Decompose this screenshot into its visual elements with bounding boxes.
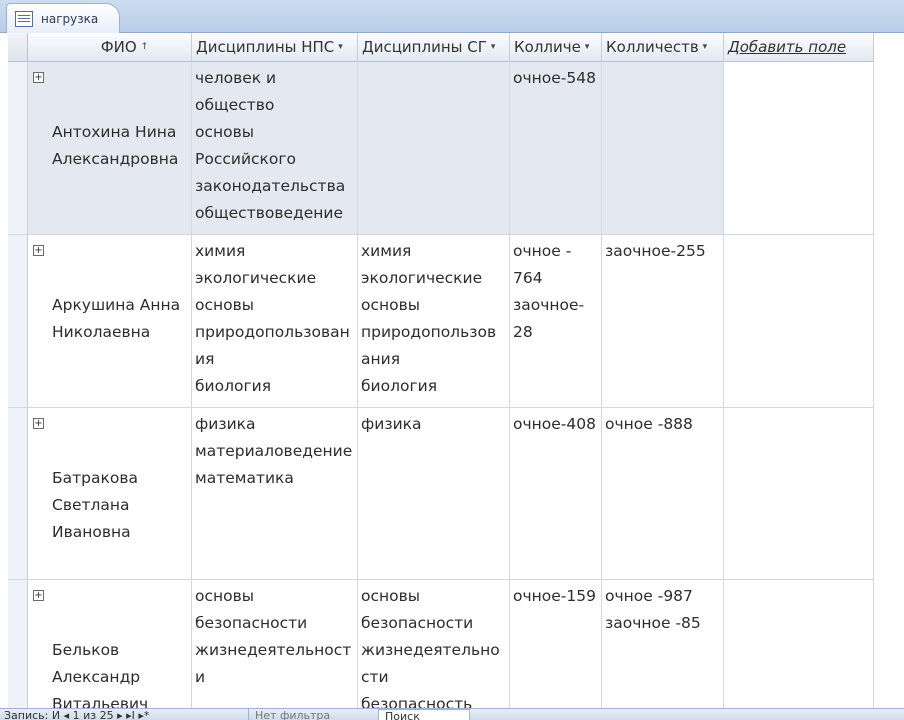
- column-header-label: Колличе: [514, 38, 581, 56]
- cell-count-1[interactable]: очное-159: [510, 580, 602, 708]
- cell-fio[interactable]: + Батракова Светлана Ивановна: [28, 408, 192, 580]
- cell-disciplines-sg[interactable]: физика: [358, 408, 510, 580]
- cell-count-1[interactable]: очное-548: [510, 62, 602, 235]
- cell-text: Антохина Нина Александровна: [52, 123, 179, 168]
- dropdown-arrow-icon[interactable]: ▾: [491, 42, 496, 52]
- column-header-fio[interactable]: ФИО ↑: [28, 33, 192, 62]
- tab-nagruzka[interactable]: нагрузка: [6, 3, 120, 33]
- cell-count-2[interactable]: [602, 62, 724, 235]
- cell-add-field[interactable]: [724, 408, 874, 580]
- row-selector[interactable]: [8, 235, 28, 408]
- column-header-label: Дисциплины НПС: [196, 38, 335, 56]
- cell-text: Бельков Александр Витальевич: [52, 641, 149, 708]
- column-header-count-1[interactable]: Колличе ▾: [510, 33, 602, 62]
- expand-plus-icon[interactable]: +: [33, 418, 44, 429]
- cell-count-1[interactable]: очное - 764 заочное- 28: [510, 235, 602, 408]
- row-selector[interactable]: [8, 62, 28, 235]
- cell-fio[interactable]: + Антохина Нина Александровна: [28, 62, 192, 235]
- table-icon: [15, 10, 33, 27]
- column-header-count-2[interactable]: Колличеств ▾: [602, 33, 724, 62]
- tab-label: нагрузка: [41, 11, 99, 26]
- expand-plus-icon[interactable]: +: [33, 590, 44, 601]
- filter-indicator[interactable]: Нет фильтра: [248, 709, 330, 720]
- cell-text: Аркушина Анна Николаевна: [52, 296, 181, 341]
- tab-bar: нагрузка: [0, 0, 904, 33]
- cell-count-2[interactable]: очное -888: [602, 408, 724, 580]
- record-navigation-bar: Запись: И ◂ 1 из 25 ▸ ▸I ▸* Нет фильтра …: [0, 708, 904, 720]
- cell-disciplines-sg[interactable]: [358, 62, 510, 235]
- cell-add-field[interactable]: [724, 62, 874, 235]
- dropdown-arrow-icon[interactable]: ▾: [703, 42, 708, 52]
- cell-count-2[interactable]: очное -987 заочное -85: [602, 580, 724, 708]
- cell-disciplines-sg[interactable]: химия экологические основы природопользо…: [358, 235, 510, 408]
- sort-ascending-icon[interactable]: ↑: [141, 42, 149, 52]
- select-all-corner[interactable]: [8, 33, 28, 62]
- cell-disciplines-nps[interactable]: основы безопасности жизнедеятельност и: [192, 580, 358, 708]
- add-field-header[interactable]: Добавить поле: [724, 33, 874, 62]
- cell-disciplines-nps[interactable]: человек и общество основы Российского за…: [192, 62, 358, 235]
- column-header-disciplines-sg[interactable]: Дисциплины СГ ▾: [358, 33, 510, 62]
- row-selector[interactable]: [8, 580, 28, 708]
- dropdown-arrow-icon[interactable]: ▾: [338, 42, 343, 52]
- record-navigator[interactable]: Запись: И ◂ 1 из 25 ▸ ▸I ▸*: [4, 709, 149, 720]
- cell-count-2[interactable]: заочное-255: [602, 235, 724, 408]
- cell-add-field[interactable]: [724, 235, 874, 408]
- cell-disciplines-sg[interactable]: основы безопасности жизнедеятельно сти б…: [358, 580, 510, 708]
- cell-disciplines-nps[interactable]: физика материаловедение математика: [192, 408, 358, 580]
- cell-fio[interactable]: + Бельков Александр Витальевич: [28, 580, 192, 708]
- cell-fio[interactable]: + Аркушина Анна Николаевна: [28, 235, 192, 408]
- dropdown-arrow-icon[interactable]: ▾: [585, 42, 590, 52]
- expand-plus-icon[interactable]: +: [33, 245, 44, 256]
- column-header-label: ФИО: [100, 38, 137, 56]
- row-selector[interactable]: [8, 408, 28, 580]
- cell-add-field[interactable]: [724, 580, 874, 708]
- cell-text: Батракова Светлана Ивановна: [52, 469, 138, 541]
- column-header-label: Добавить поле: [728, 38, 847, 56]
- column-header-disciplines-nps[interactable]: Дисциплины НПС ▾: [192, 33, 358, 62]
- column-header-label: Дисциплины СГ: [362, 38, 487, 56]
- expand-plus-icon[interactable]: +: [33, 72, 44, 83]
- column-header-label: Колличеств: [606, 38, 699, 56]
- cell-disciplines-nps[interactable]: химия экологические основы природопользо…: [192, 235, 358, 408]
- cell-count-1[interactable]: очное-408: [510, 408, 602, 580]
- search-input[interactable]: Поиск: [378, 709, 470, 720]
